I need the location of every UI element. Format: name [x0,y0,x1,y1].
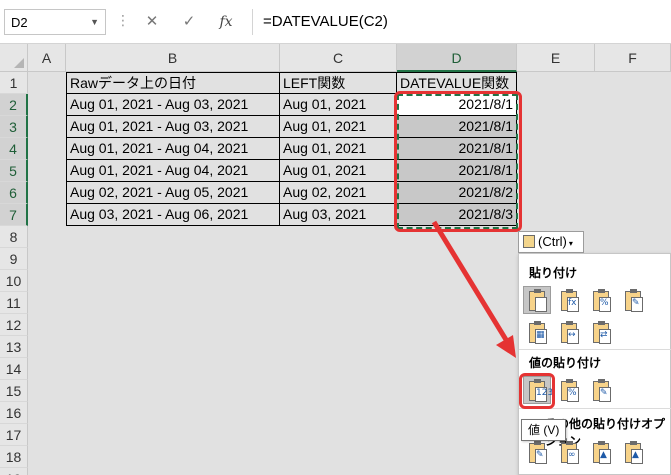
row-header-7[interactable]: 7 [0,204,28,226]
row-header-5[interactable]: 5 [0,160,28,182]
linked-picture-icon[interactable]: ▲ [619,438,647,466]
clipboard-icon [523,235,535,248]
cell-d4[interactable]: 2021/8/1 [397,138,517,160]
paste-options-label: (Ctrl) [538,234,567,249]
paste-link-icon[interactable]: ∞ [555,438,583,466]
cell-b7[interactable]: Aug 03, 2021 - Aug 06, 2021 [66,204,280,226]
paste-icon[interactable] [523,286,551,314]
formulas-icon[interactable]: fx [555,286,583,314]
row-header-3[interactable]: 3 [0,116,28,138]
row-header-15[interactable]: 15 [0,380,28,402]
menu-divider [519,349,671,350]
cell-b4[interactable]: Aug 01, 2021 - Aug 04, 2021 [66,138,280,160]
values-number-format-icon[interactable]: % [555,376,583,404]
cell-b5[interactable]: Aug 01, 2021 - Aug 04, 2021 [66,160,280,182]
cell-c4[interactable]: Aug 01, 2021 [280,138,397,160]
picture-icon[interactable]: ▲ [587,438,615,466]
row-header-9[interactable]: 9 [0,248,28,270]
cell-c2[interactable]: Aug 01, 2021 [280,94,397,116]
row-header-13[interactable]: 13 [0,336,28,358]
values-source-format-icon[interactable]: ✎ [587,376,615,404]
chevron-down-icon[interactable]: ▼ [90,17,99,27]
cancel-icon[interactable]: ✕ [139,9,165,35]
row-header-6[interactable]: 6 [0,182,28,204]
select-all-icon [14,58,24,68]
select-all-button[interactable] [0,44,28,72]
formula-input[interactable]: =DATEVALUE(C2) [252,9,671,35]
cell-c6[interactable]: Aug 02, 2021 [280,182,397,204]
cell-d5[interactable]: 2021/8/1 [397,160,517,182]
row-header-11[interactable]: 11 [0,292,28,314]
col-header-c[interactable]: C [280,44,397,72]
cell-c1[interactable]: LEFT関数 [280,72,397,94]
formulas-number-format-icon[interactable]: % [587,286,615,314]
col-header-d[interactable]: D [397,44,517,72]
drag-handle-icon[interactable]: ⋮ [116,12,130,29]
cell-d6[interactable]: 2021/8/2 [397,182,517,204]
cell-c5[interactable]: Aug 01, 2021 [280,160,397,182]
cell-b2[interactable]: Aug 01, 2021 - Aug 03, 2021 [66,94,280,116]
row-header-19[interactable]: 19 [0,468,28,475]
enter-icon[interactable]: ✓ [176,9,202,35]
chevron-down-icon: ▾ [568,239,573,248]
cell-b6[interactable]: Aug 02, 2021 - Aug 05, 2021 [66,182,280,204]
cell-d7[interactable]: 2021/8/3 [397,204,517,226]
row-header-18[interactable]: 18 [0,446,28,468]
tooltip-values: 値 (V) [521,419,567,441]
row-header-4[interactable]: 4 [0,138,28,160]
section-values-heading: 値の貼り付け [529,356,602,370]
col-header-f[interactable]: F [595,44,671,72]
cell-c3[interactable]: Aug 01, 2021 [280,116,397,138]
row-header-12[interactable]: 12 [0,314,28,336]
row-header-16[interactable]: 16 [0,402,28,424]
cell-b1[interactable]: Rawデータ上の日付 [66,72,280,94]
col-header-e[interactable]: E [517,44,595,72]
no-borders-icon[interactable]: ▦ [523,318,551,346]
paste-options-button[interactable]: (Ctrl) ▾ [518,231,584,253]
row-header-8[interactable]: 8 [0,226,28,248]
cell-b3[interactable]: Aug 01, 2021 - Aug 03, 2021 [66,116,280,138]
col-header-a[interactable]: A [28,44,66,72]
name-box-value: D2 [11,15,28,30]
formula-bar: D2 ▼ ⋮ ✕ ✓ fx =DATEVALUE(C2) [0,0,671,44]
row-header-2[interactable]: 2 [0,94,28,116]
values-highlight-box [519,373,555,409]
section-paste-heading: 貼り付け [529,266,578,280]
row-header-17[interactable]: 17 [0,424,28,446]
keep-column-widths-icon[interactable]: ↔ [555,318,583,346]
cell-d3[interactable]: 2021/8/1 [397,116,517,138]
name-box[interactable]: D2 ▼ [4,9,106,35]
row-header-1[interactable]: 1 [0,72,28,94]
paste-options-menu: 貼り付け fx % ✎ ▦ ↔ ⇄ 値の貼り付け 123 % ✎ その他の貼り付… [518,253,671,475]
row-header-10[interactable]: 10 [0,270,28,292]
row-header-14[interactable]: 14 [0,358,28,380]
col-header-b[interactable]: B [66,44,280,72]
cell-c7[interactable]: Aug 03, 2021 [280,204,397,226]
keep-source-format-icon[interactable]: ✎ [619,286,647,314]
cell-d1[interactable]: DATEVALUE関数 [397,72,517,94]
formatting-icon[interactable]: ✎ [523,438,551,466]
cell-d2[interactable]: 2021/8/1 [397,94,517,116]
insert-function-icon[interactable]: fx [213,9,239,35]
transpose-icon[interactable]: ⇄ [587,318,615,346]
